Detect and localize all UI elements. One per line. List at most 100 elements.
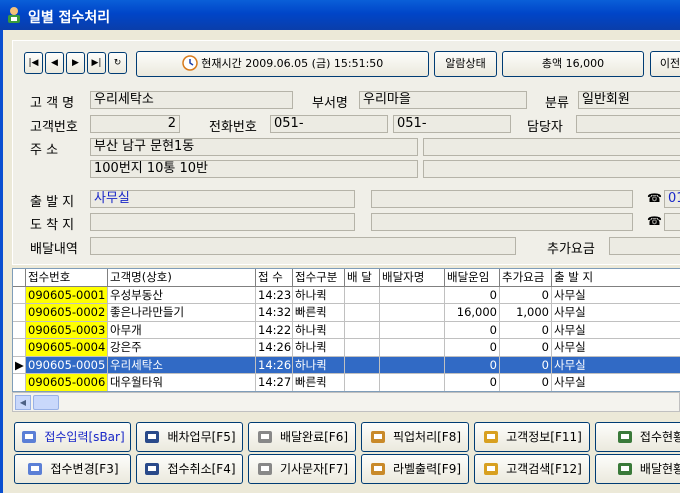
cell-type[interactable]: 빠른퀵: [293, 374, 345, 391]
cell-deliv[interactable]: [345, 339, 380, 357]
pickup-button[interactable]: 픽업처리[F8]: [361, 422, 469, 452]
clock-button[interactable]: 현재시간 2009.06.05 (금) 15:51:50: [136, 51, 429, 77]
customer-no-field[interactable]: 2: [90, 115, 180, 133]
cell-id[interactable]: 090605-0005: [26, 356, 108, 374]
cell-driver[interactable]: [380, 356, 445, 374]
cell-id[interactable]: 090605-0001: [26, 286, 108, 304]
cell-extra[interactable]: 0: [500, 286, 552, 304]
cell-time[interactable]: 14:32: [256, 304, 293, 322]
col-header[interactable]: 출 발 지: [552, 269, 680, 287]
class-field[interactable]: 일반회원: [578, 91, 680, 109]
col-header[interactable]: 고객명(상호): [108, 269, 256, 287]
col-header[interactable]: 접 수: [256, 269, 293, 287]
col-header[interactable]: 추가요금: [500, 269, 552, 287]
reception-change-button[interactable]: 접수변경[F3]: [14, 454, 131, 484]
cell-extra[interactable]: 0: [500, 339, 552, 357]
label-print-button[interactable]: 라벨출력[F9]: [361, 454, 469, 484]
cell-name[interactable]: 좋은나라만들기: [108, 304, 256, 322]
reception-status-button[interactable]: 접수현황: [595, 422, 680, 452]
cell-driver[interactable]: [380, 286, 445, 304]
cell-origin[interactable]: 사무실: [552, 356, 680, 374]
cell-deliv[interactable]: [345, 321, 380, 339]
manager-field[interactable]: [576, 115, 680, 133]
customer-info-button[interactable]: 고객정보[F11]: [474, 422, 590, 452]
driver-message-button[interactable]: 기사문자[F7]: [248, 454, 356, 484]
cell-origin[interactable]: 사무실: [552, 287, 680, 304]
col-header[interactable]: 배달운임: [445, 269, 500, 287]
grid-hscrollbar[interactable]: ◀: [12, 392, 680, 412]
cell-id[interactable]: 090605-0003: [26, 321, 108, 339]
col-header[interactable]: 접수번호: [26, 269, 108, 287]
nav-first-button[interactable]: |◀: [24, 52, 43, 74]
cell-origin[interactable]: 사무실: [552, 374, 680, 391]
table-row[interactable]: 090605-0002 좋은나라만들기 14:32 빠른퀵 16,000 1,000 사무실: [13, 304, 680, 322]
alarm-status-button[interactable]: 알람상태: [434, 51, 497, 77]
cell-id[interactable]: 090605-0004: [26, 339, 108, 357]
delivery-complete-button[interactable]: 배달완료[F6]: [248, 422, 356, 452]
row-indicator[interactable]: [13, 286, 26, 304]
cell-type[interactable]: 하나퀵: [293, 286, 345, 304]
cell-extra[interactable]: 0: [500, 321, 552, 339]
cell-name[interactable]: 우리세탁소: [108, 356, 256, 374]
cell-fare[interactable]: 0: [445, 321, 500, 339]
cell-driver[interactable]: [380, 339, 445, 357]
cell-deliv[interactable]: [345, 356, 380, 374]
dept-field[interactable]: 우리마을: [359, 91, 527, 109]
previous-button[interactable]: 이전: [650, 51, 680, 77]
nav-next-button[interactable]: ▶: [66, 52, 85, 74]
cell-driver[interactable]: [380, 321, 445, 339]
cell-driver[interactable]: [380, 304, 445, 322]
origin-field[interactable]: 사무실: [90, 190, 355, 208]
nav-prev-button[interactable]: ◀: [45, 52, 64, 74]
table-row[interactable]: 090605-0003 아무개 14:22 하나퀵 0 0 사무실: [13, 321, 680, 339]
cell-time[interactable]: 14:22: [256, 321, 293, 339]
dest-detail-field[interactable]: [371, 213, 633, 231]
origin-phone-field[interactable]: 01: [664, 190, 680, 208]
table-row[interactable]: ▶ 090605-0005 우리세탁소 14:26 하나퀵 0 0 사무실: [13, 356, 680, 374]
nav-last-button[interactable]: ▶|: [87, 52, 106, 74]
total-amount-button[interactable]: 총액 16,000: [502, 51, 644, 77]
cell-extra[interactable]: 1,000: [500, 304, 552, 322]
cell-driver[interactable]: [380, 374, 445, 391]
delivery-status-button[interactable]: 배달현황: [595, 454, 680, 484]
cell-fare[interactable]: 0: [445, 374, 500, 391]
cell-type[interactable]: 하나퀵: [293, 339, 345, 357]
refresh-button[interactable]: ↻: [108, 52, 127, 74]
cell-time[interactable]: 14:27: [256, 374, 293, 391]
dest-phone-field[interactable]: [664, 213, 680, 231]
cell-fare[interactable]: 0: [445, 356, 500, 374]
cell-fare[interactable]: 0: [445, 339, 500, 357]
cell-extra[interactable]: 0: [500, 374, 552, 391]
cell-name[interactable]: 우성부동산: [108, 286, 256, 304]
cell-origin[interactable]: 사무실: [552, 304, 680, 322]
origin-detail-field[interactable]: [371, 190, 633, 208]
cell-origin[interactable]: 사무실: [552, 322, 680, 339]
cell-name[interactable]: 아무개: [108, 321, 256, 339]
col-header[interactable]: 접수구분: [293, 269, 345, 287]
cell-name[interactable]: 대우월타워: [108, 374, 256, 391]
reception-cancel-button[interactable]: 접수취소[F4]: [136, 454, 243, 484]
table-row[interactable]: 090605-0001 우성부동산 14:23 하나퀵 0 0 사무실: [13, 286, 680, 304]
address-extra-field[interactable]: [423, 138, 680, 156]
customer-name-field[interactable]: 우리세탁소: [90, 91, 293, 109]
cell-type[interactable]: 하나퀵: [293, 321, 345, 339]
dispatch-button[interactable]: 배차업무[F5]: [136, 422, 243, 452]
address2-field[interactable]: 100번지 10통 10반: [90, 160, 418, 178]
cell-origin[interactable]: 사무실: [552, 339, 680, 357]
address2-extra-field[interactable]: [423, 160, 680, 178]
phone1-field[interactable]: 051-: [270, 115, 388, 133]
cell-type[interactable]: 하나퀵: [293, 356, 345, 374]
phone2-field[interactable]: 051-: [393, 115, 511, 133]
cell-time[interactable]: 14:26: [256, 356, 293, 374]
table-row[interactable]: 090605-0004 강은주 14:26 하나퀵 0 0 사무실: [13, 339, 680, 357]
cell-name[interactable]: 강은주: [108, 339, 256, 357]
row-indicator[interactable]: [13, 321, 26, 339]
cell-deliv[interactable]: [345, 304, 380, 322]
delivery-field[interactable]: [90, 237, 516, 255]
customer-search-button[interactable]: 고객검색[F12]: [474, 454, 590, 484]
cell-fare[interactable]: 16,000: [445, 304, 500, 322]
col-header[interactable]: 배달자명: [380, 269, 445, 287]
cell-deliv[interactable]: [345, 374, 380, 391]
cell-id[interactable]: 090605-0002: [26, 304, 108, 322]
extra-fee-field[interactable]: [609, 237, 680, 255]
